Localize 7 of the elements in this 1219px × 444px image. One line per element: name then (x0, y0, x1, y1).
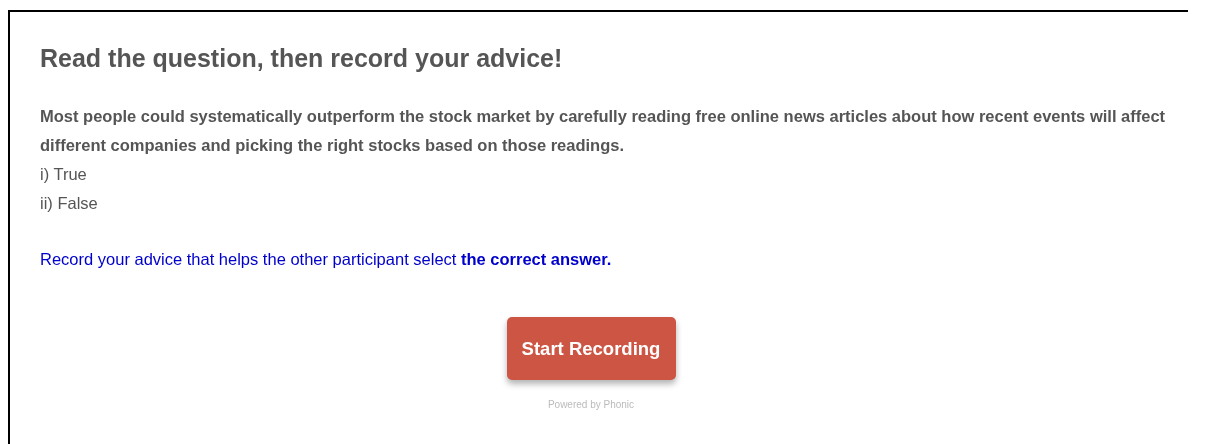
instruction-text: Record your advice that helps the other participant select the correct answer. (40, 249, 613, 270)
heading: Read the question, then record your advice! (40, 43, 564, 73)
question-text: Most people could systematically outperform the stock market by carefully reading free online news articles about how recent events will affect different companies and picking the right stocks based on those readings. (40, 106, 1167, 156)
powered-by-text: Powered by Phonic (547, 398, 635, 412)
answer-option: ii) False (40, 189, 1168, 218)
start-recording-button[interactable]: Start Recording (506, 317, 676, 380)
answer-option: i) True (40, 160, 1168, 189)
